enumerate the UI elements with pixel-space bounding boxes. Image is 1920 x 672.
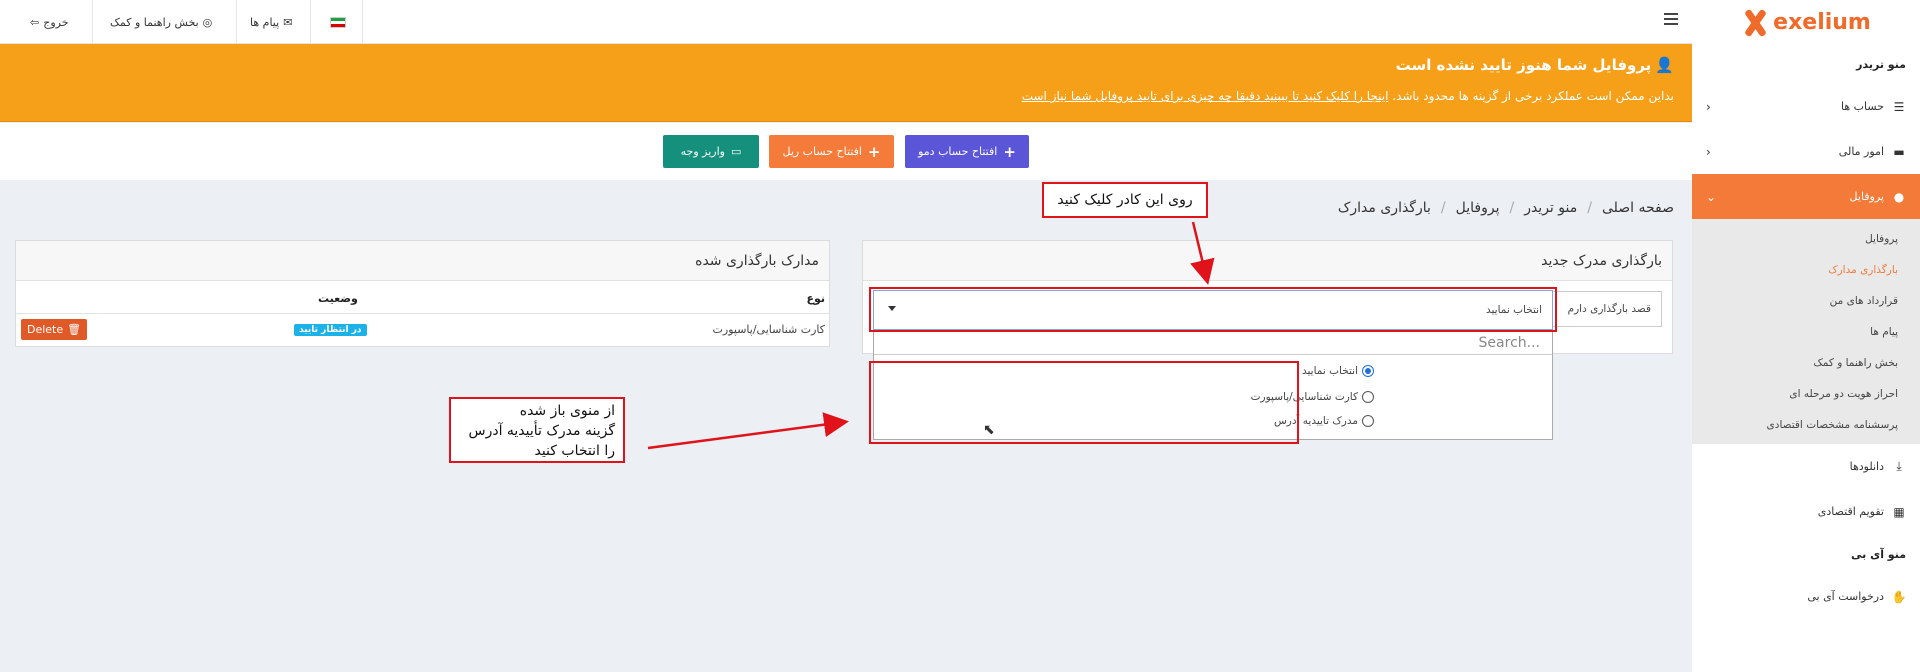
uploaded-documents-panel: مدارک بارگذاری شده نوع وضعیت کارت شناسای… bbox=[15, 240, 830, 347]
help-link[interactable]: بخش راهنما و کمک ◎ bbox=[110, 0, 212, 44]
breadcrumb-current: بارگذاری مدارک bbox=[1337, 200, 1431, 216]
chevron-left-icon: ‹ bbox=[1706, 99, 1711, 114]
column-type: نوع bbox=[806, 292, 825, 305]
column-status: وضعیت bbox=[318, 292, 358, 305]
dropdown-search-input[interactable]: Search... bbox=[874, 331, 1552, 355]
sidebar-section-trader: منو تریدر bbox=[1856, 57, 1906, 71]
submenu-help[interactable]: بخش راهنما و کمک bbox=[1692, 347, 1920, 378]
submenu-economic-questionnaire[interactable]: پرسشنامه مشخصات اقتصادی bbox=[1692, 409, 1920, 440]
plus-icon: + bbox=[867, 142, 881, 161]
submenu-messages[interactable]: پیام ها bbox=[1692, 316, 1920, 347]
alert-title: 👤 پروفایل شما هنوز تایید نشده است bbox=[1395, 56, 1674, 74]
radio-unchecked bbox=[1362, 391, 1374, 403]
language-flag[interactable] bbox=[330, 0, 346, 44]
submenu-upload-documents[interactable]: بارگذاری مدارک bbox=[1692, 254, 1920, 285]
arrow-to-options bbox=[647, 412, 849, 450]
iran-flag-icon bbox=[330, 16, 346, 28]
submenu-profile[interactable]: پروفایل bbox=[1692, 223, 1920, 254]
brand-logo[interactable]: exelium bbox=[1692, 0, 1920, 44]
status-badge: در انتظار تایید bbox=[294, 322, 367, 336]
row-type: کارت شناسایی/پاسپورت bbox=[712, 323, 825, 336]
annotation-select-option-note: از منوی باز شده گزینه مدرک تأییدیه آدرس … bbox=[449, 397, 625, 463]
annotation-click-box: روی این کادر کلیک کنید bbox=[1042, 182, 1208, 218]
chevron-down-icon: ⌄ bbox=[1706, 189, 1717, 204]
sign-out-icon: ⇦ bbox=[30, 15, 40, 29]
sidebar-item-ib-request[interactable]: ✋ درخواست آی بی bbox=[1692, 574, 1920, 619]
user-icon: ● bbox=[1893, 189, 1905, 204]
calendar-icon: ▦ bbox=[1893, 504, 1905, 519]
annotation-highlight-options bbox=[869, 361, 1299, 444]
menu-toggle-icon[interactable] bbox=[1664, 13, 1678, 25]
breadcrumb-home[interactable]: صفحه اصلی bbox=[1602, 200, 1674, 216]
messages-link[interactable]: پیام ها ✉ bbox=[250, 0, 292, 44]
sidebar: exelium منو تریدر ☰ حساب ها ‹ ▬ امور مال… bbox=[1692, 0, 1920, 672]
upload-intent-label: قصد بارگذاری دارم bbox=[1547, 291, 1662, 327]
annotation-highlight-select bbox=[869, 287, 1557, 332]
download-icon: ⤓ bbox=[1896, 459, 1902, 473]
headset-icon: ◎ bbox=[202, 15, 213, 29]
sidebar-item-finance[interactable]: ▬ امور مالی ‹ bbox=[1692, 129, 1920, 174]
open-real-account-button[interactable]: افتتاح حساب ریل + bbox=[769, 135, 894, 168]
trash-icon: 🗑 bbox=[67, 323, 82, 336]
chevron-left-icon: ‹ bbox=[1706, 144, 1711, 159]
submenu-two-factor[interactable]: احراز هویت دو مرحله ای bbox=[1692, 378, 1920, 409]
handshake-icon: ✋ bbox=[1891, 589, 1907, 604]
panel-title: مدارک بارگذاری شده bbox=[16, 241, 829, 281]
exelium-logo-icon bbox=[1741, 8, 1769, 36]
table-row: Delete 🗑 bbox=[21, 319, 88, 340]
radio-checked bbox=[1362, 365, 1374, 377]
profile-unverified-alert: 👤 پروفایل شما هنوز تایید نشده است بداین … bbox=[0, 44, 1692, 122]
radio-unchecked bbox=[1362, 415, 1374, 427]
deposit-button[interactable]: واریز وجه ▭ bbox=[663, 135, 759, 168]
sidebar-item-calendar[interactable]: ▦ تقویم اقتصادی bbox=[1692, 489, 1920, 534]
envelope-icon: ✉ bbox=[283, 15, 293, 29]
alert-link[interactable]: اینجا را کلیک کنید تا ببینید دقیقا چه چی… bbox=[1022, 89, 1389, 103]
breadcrumb-profile[interactable]: پروفایل bbox=[1456, 200, 1500, 216]
submenu-contracts[interactable]: قرارداد های من bbox=[1692, 285, 1920, 316]
open-demo-account-button[interactable]: افتتاح حساب دمو + bbox=[905, 135, 1029, 168]
credit-card-icon: ▭ bbox=[730, 145, 742, 158]
alert-message: بداین ممکن است عملکرد برخی از گزینه ها م… bbox=[1021, 89, 1674, 103]
list-icon: ☰ bbox=[1893, 99, 1905, 114]
plus-icon: + bbox=[1003, 142, 1016, 161]
panel-title: بارگذاری مدرک جدید bbox=[863, 241, 1672, 281]
option-select[interactable]: انتخاب نمایید bbox=[1302, 365, 1374, 377]
user-alert-icon: 👤 bbox=[1655, 56, 1674, 74]
logout-link[interactable]: ⇦ خروج bbox=[30, 0, 69, 44]
delete-button[interactable]: Delete 🗑 bbox=[21, 319, 88, 340]
breadcrumb-trader-menu[interactable]: منو تریدر bbox=[1524, 200, 1577, 216]
wallet-icon: ▬ bbox=[1893, 144, 1905, 159]
profile-submenu: پروفایل بارگذاری مدارک قرارداد های من پی… bbox=[1692, 219, 1920, 444]
top-bar: ⇦ خروج بخش راهنما و کمک ◎ پیام ها ✉ bbox=[0, 0, 1692, 44]
breadcrumb: صفحه اصلی / منو تریدر / پروفایل / بارگذا… bbox=[1337, 200, 1674, 216]
sidebar-item-downloads[interactable]: ⤓ دانلودها bbox=[1692, 444, 1920, 489]
sidebar-item-accounts[interactable]: ☰ حساب ها ‹ bbox=[1692, 84, 1920, 129]
sidebar-section-ib: منو آی بی bbox=[1851, 547, 1906, 561]
sidebar-item-profile[interactable]: ● پروفایل ⌄ bbox=[1692, 174, 1920, 219]
